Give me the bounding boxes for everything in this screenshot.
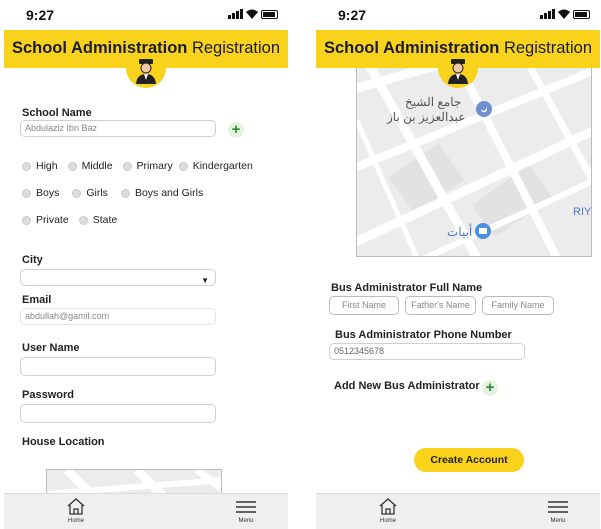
radio-icon xyxy=(72,188,82,198)
gender-option-girls[interactable]: Girls xyxy=(72,187,108,199)
radio-icon xyxy=(22,188,31,198)
bottom-nav-bar: Home Menu xyxy=(4,493,288,529)
header-title-bold: School Administration xyxy=(11,39,188,57)
level-radio-group: High Middle Primary Kindergarten xyxy=(22,160,263,172)
level-option-primary[interactable]: Primary xyxy=(122,160,173,172)
header-title-light: Registration xyxy=(191,39,281,57)
first-name-input[interactable]: First Name xyxy=(329,296,399,315)
gender-radio-group: Boys Girls Boys and Girls xyxy=(22,187,213,199)
gender-option-boys[interactable]: Boys xyxy=(22,187,59,199)
header-title-light: Registration xyxy=(503,39,593,57)
store-pin-icon xyxy=(475,223,491,239)
level-option-high[interactable]: High xyxy=(22,160,58,172)
home-icon xyxy=(67,498,85,515)
menu-icon xyxy=(236,501,256,513)
status-time: 9:27 xyxy=(26,7,55,23)
email-label: Email xyxy=(22,294,52,306)
mosque-pin-icon xyxy=(476,101,492,117)
menu-icon xyxy=(548,501,568,513)
bus-admin-name-label: Bus Administrator Full Name xyxy=(331,282,483,294)
radio-icon xyxy=(67,161,77,171)
battery-icon xyxy=(261,10,278,19)
radio-icon xyxy=(22,215,31,225)
map-riy-label: RIY xyxy=(573,206,592,218)
create-account-button[interactable]: Create Account xyxy=(414,448,524,472)
level-option-kindergarten[interactable]: Kindergarten xyxy=(178,160,253,172)
nav-menu[interactable]: Menu xyxy=(235,497,257,524)
status-icons xyxy=(540,9,590,19)
school-type-radio-group: Private State xyxy=(22,214,127,226)
add-bus-admin-button[interactable]: + xyxy=(482,380,498,396)
signal-icon xyxy=(228,9,243,19)
registration-screen-right: 9:27 جامع الشيخ عبدالعزيز بن باز أبيات R… xyxy=(316,0,600,529)
battery-icon xyxy=(573,10,590,19)
type-option-private[interactable]: Private xyxy=(22,214,69,226)
city-label: City xyxy=(22,254,43,266)
status-icons xyxy=(228,9,278,19)
nav-home[interactable]: Home xyxy=(66,497,86,524)
map-mosque-name-line1: جامع الشيخ xyxy=(405,95,462,109)
admin-person-icon xyxy=(136,59,156,84)
add-bus-admin-label: Add New Bus Administrator xyxy=(334,380,480,392)
registration-screen-left: 9:27 School Administration Registration … xyxy=(4,0,288,529)
email-input[interactable]: abdullah@gamil.com xyxy=(20,308,216,325)
nav-menu-label: Menu xyxy=(238,518,254,524)
nav-menu[interactable]: Menu xyxy=(547,497,569,524)
radio-icon xyxy=(22,161,31,171)
username-label: User Name xyxy=(22,342,80,354)
school-name-input[interactable]: Abdulaziz Ibn Baz xyxy=(20,120,216,137)
status-bar: 9:27 xyxy=(316,0,600,30)
map-store-name: أبيات xyxy=(447,225,473,239)
house-location-map[interactable]: جامع الشيخ عبدالعزيز بن باز أبيات RIY xyxy=(356,60,592,257)
map-streets xyxy=(357,61,591,256)
city-select[interactable]: ▼ xyxy=(20,269,216,286)
radio-icon xyxy=(122,161,132,171)
nav-home-label: Home xyxy=(67,518,84,524)
username-input[interactable] xyxy=(20,357,216,376)
father-name-input[interactable]: Father's Name xyxy=(405,296,476,315)
password-label: Password xyxy=(22,389,74,401)
status-time: 9:27 xyxy=(338,7,367,23)
wifi-icon xyxy=(246,9,258,19)
radio-icon xyxy=(178,161,188,171)
password-input[interactable] xyxy=(20,404,216,423)
nav-home-label: Home xyxy=(379,518,396,524)
type-option-state[interactable]: State xyxy=(78,214,117,226)
radio-icon xyxy=(120,188,130,198)
signal-icon xyxy=(540,9,555,19)
status-bar: 9:27 xyxy=(4,0,288,30)
bus-admin-phone-label: Bus Administrator Phone Number xyxy=(335,329,512,341)
gender-option-boys-and-girls[interactable]: Boys and Girls xyxy=(120,187,203,199)
admin-person-icon xyxy=(448,59,468,84)
nav-menu-label: Menu xyxy=(550,518,566,524)
nav-home[interactable]: Home xyxy=(378,497,398,524)
school-name-label: School Name xyxy=(22,107,92,119)
home-icon xyxy=(379,498,397,515)
wifi-icon xyxy=(558,9,570,19)
dropdown-arrow-icon: ▼ xyxy=(201,276,209,285)
bottom-nav-bar: Home Menu xyxy=(316,493,600,529)
header-title-bold: School Administration xyxy=(323,39,500,57)
house-location-label: House Location xyxy=(22,436,105,448)
bus-admin-phone-input[interactable]: 0512345678 xyxy=(329,343,525,360)
map-mosque-name-line2: عبدالعزيز بن باز xyxy=(387,110,466,124)
add-school-name-button[interactable]: + xyxy=(228,122,244,138)
school-admin-avatar xyxy=(126,56,166,88)
radio-icon xyxy=(78,215,88,225)
family-name-input[interactable]: Family Name xyxy=(482,296,554,315)
level-option-middle[interactable]: Middle xyxy=(67,160,113,172)
